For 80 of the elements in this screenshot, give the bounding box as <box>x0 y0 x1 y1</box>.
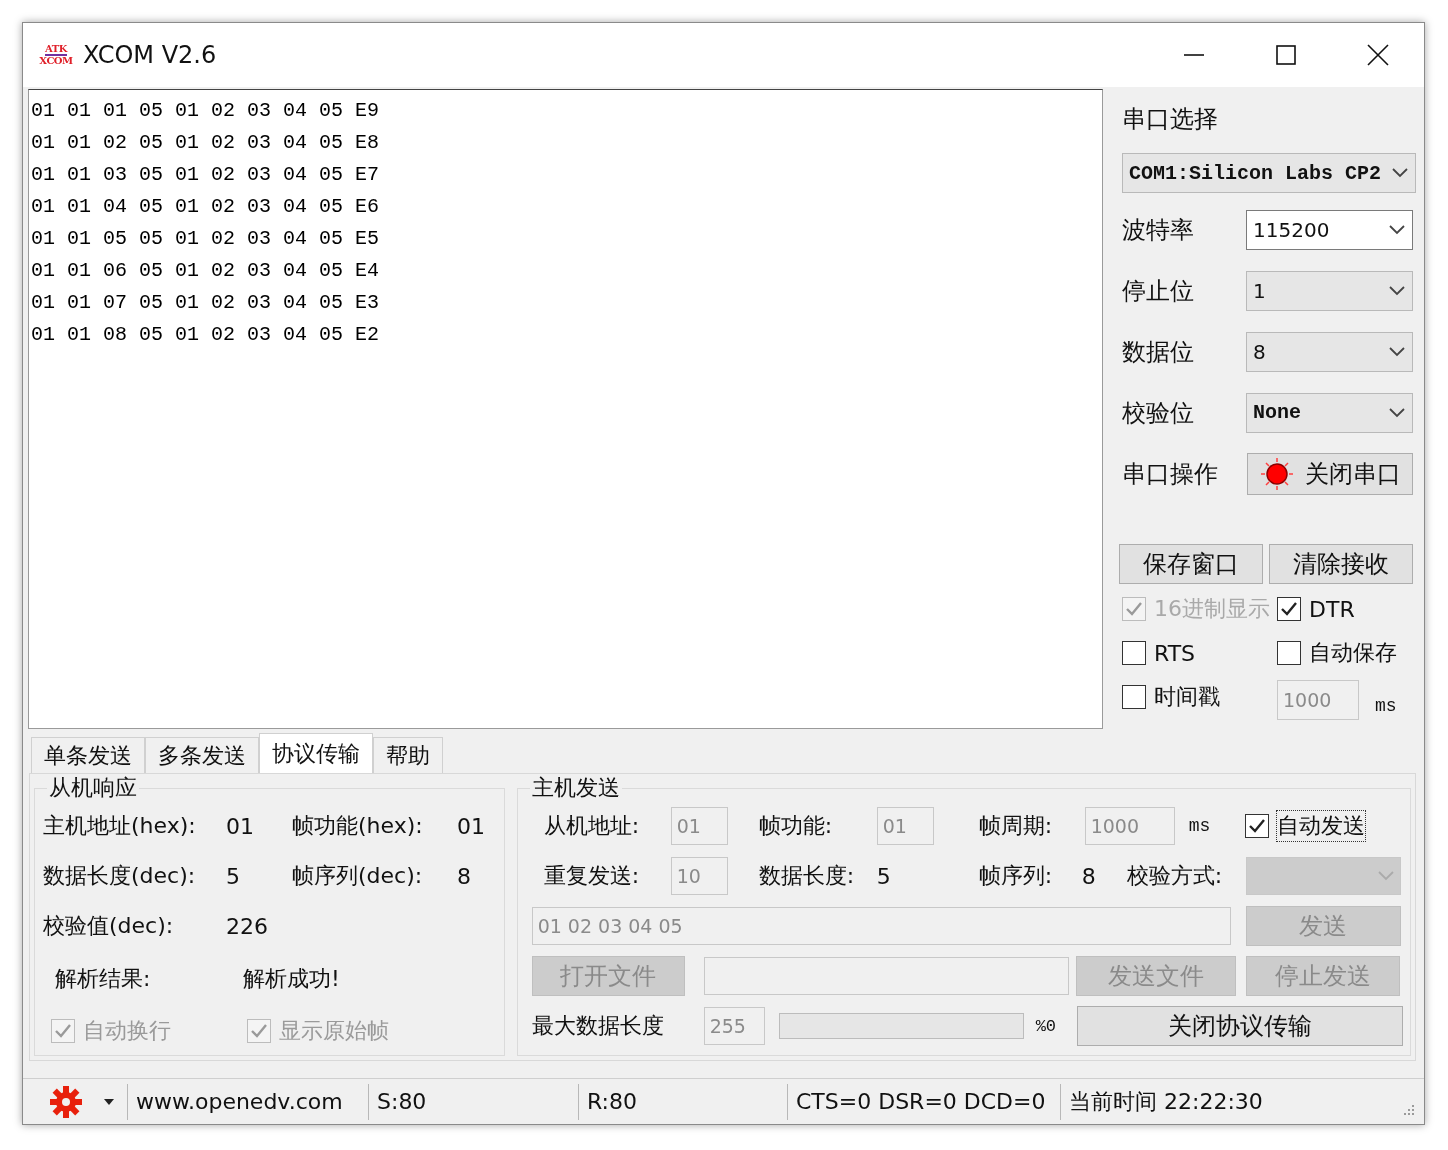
received-line: 01 01 07 05 01 02 03 04 05 E3 <box>31 290 380 316</box>
field-label: 帧序列(dec): <box>292 862 424 890</box>
field-label: 校验值(dec): <box>43 912 175 940</box>
operation-label: 串口操作 <box>1122 458 1219 490</box>
caret-icon[interactable] <box>103 1097 115 1106</box>
field-value: 8 <box>457 862 472 891</box>
field-label: 数据长度(dec): <box>43 862 197 890</box>
checkbox-label: 显示原始帧 <box>279 1017 389 1045</box>
action-button[interactable]: 清除接收 <box>1269 544 1413 584</box>
line-status: CTS=0 DSR=0 DCD=0 <box>796 1089 1046 1114</box>
checkbox[interactable] <box>1122 641 1146 665</box>
checkbox[interactable] <box>1122 685 1146 709</box>
checkbox-label: 自动保存 <box>1309 639 1397 667</box>
received-line: 01 01 08 05 01 02 03 04 05 E2 <box>31 322 380 348</box>
checkbox[interactable] <box>1277 641 1301 665</box>
field-value: 226 <box>226 912 269 941</box>
checkbox-label: DTR <box>1309 596 1355 622</box>
received-line: 01 01 01 05 01 02 03 04 05 E9 <box>31 98 380 124</box>
close-protocol-button[interactable]: 关闭协议传输 <box>1076 1006 1403 1046</box>
checkbox-label: RTS <box>1154 640 1196 666</box>
chevron-down-icon <box>1388 223 1406 236</box>
field-value: 01 <box>226 812 255 841</box>
checkbox-label: 自动换行 <box>83 1017 171 1045</box>
tab[interactable]: 帮助 <box>373 737 443 773</box>
file-path-field[interactable] <box>703 957 1069 995</box>
group-title: 从机响应 <box>47 775 139 801</box>
window-title: XCOM V2.6 <box>83 41 217 69</box>
chevron-down-icon <box>1391 167 1409 179</box>
checkbox-label: 自动发送 <box>1276 811 1365 841</box>
progress-reading: %0 <box>1035 1016 1058 1036</box>
field-label: 帧功能(hex): <box>292 812 424 840</box>
unit-label: ms <box>1188 816 1212 836</box>
setting-label: 数据位 <box>1122 336 1195 368</box>
chevron-down-icon <box>1376 870 1395 882</box>
port-dropdown[interactable]: COM1:Silicon Labs CP2 <box>1122 153 1416 193</box>
close-port-button[interactable]: 关闭串口 <box>1247 452 1413 495</box>
tab[interactable]: 协议传输 <box>259 733 373 773</box>
field-label: 帧周期: <box>978 812 1054 840</box>
field-label: 数据长度: <box>758 862 856 890</box>
tab[interactable]: 单条发送 <box>31 737 145 773</box>
field-label: 帧序列: <box>978 862 1054 890</box>
field-label: 帧功能: <box>758 812 834 840</box>
received-line: 01 01 06 05 01 02 03 04 05 E4 <box>31 258 380 284</box>
action-button[interactable]: 保存窗口 <box>1119 544 1263 584</box>
field-value: 01 <box>457 812 486 841</box>
setting-label: 校验位 <box>1122 397 1195 429</box>
field-label: 校验方式: <box>1126 862 1224 890</box>
unit-label: ms <box>1375 696 1397 716</box>
field-value: 5 <box>226 862 241 891</box>
received-line: 01 01 02 05 01 02 03 04 05 E8 <box>31 130 380 156</box>
received-line: 01 01 05 05 01 02 03 04 05 E5 <box>31 226 380 252</box>
received-count: R:80 <box>587 1089 637 1114</box>
group-title: 主机发送 <box>529 775 622 801</box>
checkbox[interactable] <box>1277 597 1301 621</box>
field-label: 重复发送: <box>543 862 641 890</box>
checkbox-label: 16进制显示 <box>1154 595 1270 623</box>
field-label: 主机地址(hex): <box>43 812 197 840</box>
port-label: 串口选择 <box>1122 104 1219 135</box>
setting-dropdown[interactable]: 115200 <box>1246 209 1413 250</box>
tab[interactable]: 多条发送 <box>145 737 259 773</box>
received-line: 01 01 04 05 01 02 03 04 05 E6 <box>31 194 380 220</box>
checkbox-label: 时间戳 <box>1154 683 1220 711</box>
field-value: 5 <box>876 863 892 889</box>
settings-icon[interactable] <box>49 1084 83 1119</box>
checkbox[interactable] <box>1244 814 1269 838</box>
field-label: 最大数据长度 <box>531 1012 665 1040</box>
chevron-down-icon <box>1388 406 1406 419</box>
sent-count: S:80 <box>377 1089 427 1114</box>
setting-label: 停止位 <box>1122 275 1195 307</box>
setting-label: 波特率 <box>1122 214 1195 246</box>
received-line: 01 01 03 05 01 02 03 04 05 E7 <box>31 162 380 188</box>
chevron-down-icon <box>1388 345 1406 358</box>
current-time: 当前时间 22:22:30 <box>1069 1087 1263 1116</box>
result-value: 解析成功! <box>243 965 340 993</box>
result-label: 解析结果: <box>55 965 152 993</box>
app-logo: ATK XCOM <box>39 42 73 68</box>
chevron-down-icon <box>1388 284 1406 297</box>
checksum-dropdown[interactable] <box>1245 857 1401 895</box>
field-label: 从机地址: <box>543 812 641 840</box>
field-value: 8 <box>1081 863 1097 889</box>
